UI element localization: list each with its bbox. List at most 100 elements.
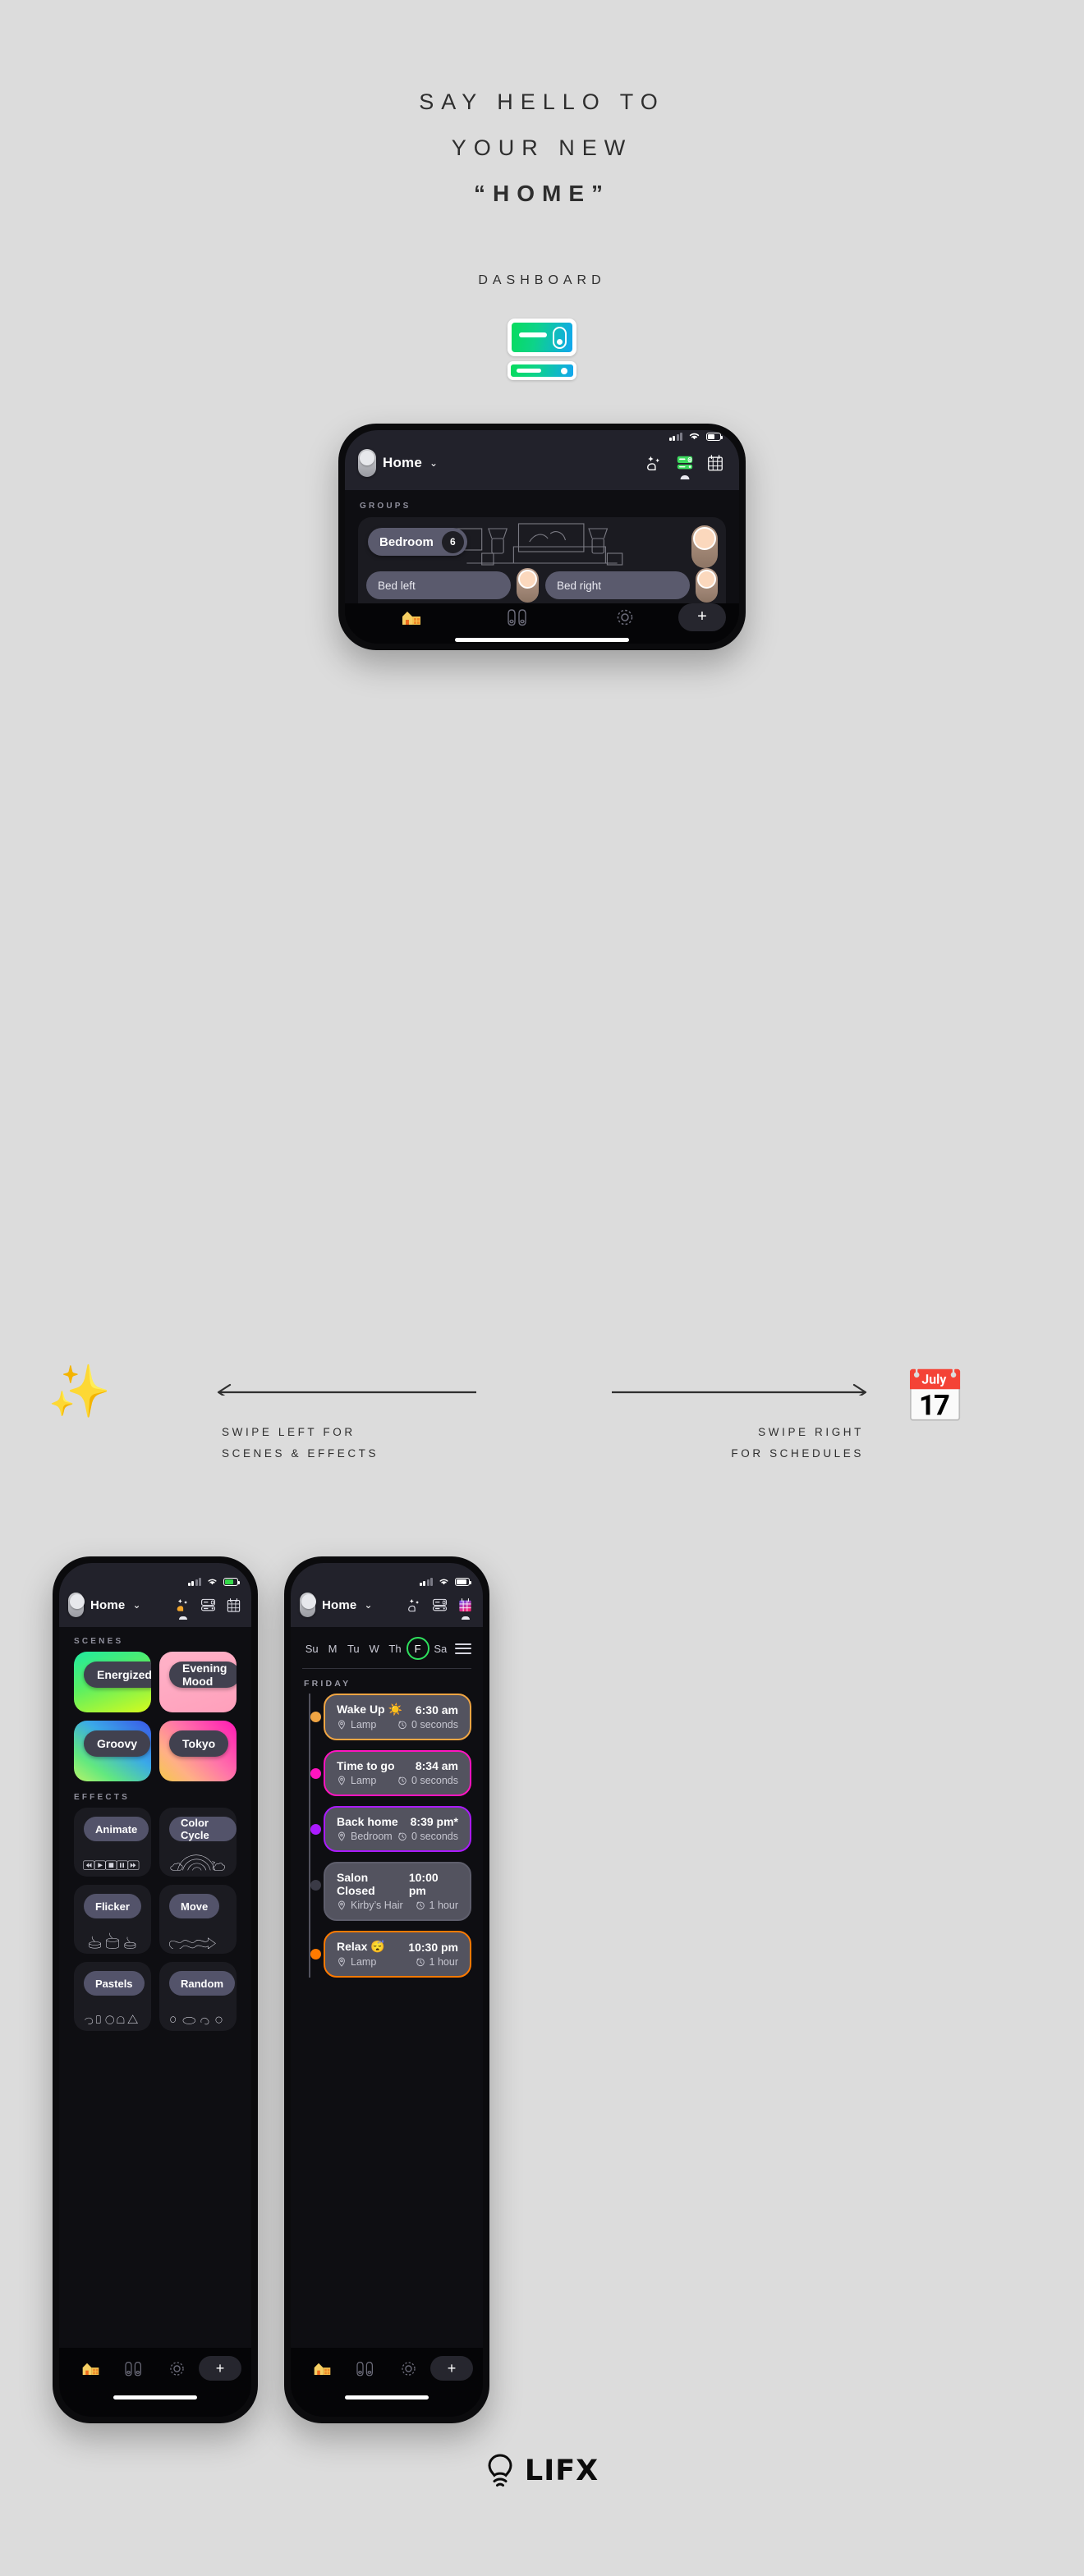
schedule-card[interactable]: Time to go 8:34 am Lamp 0 seconds bbox=[324, 1750, 471, 1796]
chevron-down-icon[interactable]: ⌄ bbox=[364, 1599, 372, 1611]
effect-card-pastels[interactable]: Pastels bbox=[74, 1962, 151, 2031]
schedule-item[interactable]: Salon Closed 10:00 pm Kirby’s Hair 1 hou… bbox=[310, 1862, 471, 1921]
schedule-item[interactable]: Wake Up ☀️ 6:30 am Lamp 0 seconds bbox=[310, 1694, 471, 1740]
schedule-location: Bedroom bbox=[337, 1831, 393, 1842]
home-indicator-area bbox=[291, 2389, 483, 2417]
light-name[interactable]: Bed left bbox=[366, 571, 511, 599]
day-f-active[interactable]: F bbox=[406, 1637, 429, 1660]
home-indicator bbox=[344, 2395, 429, 2400]
dashboard-icon[interactable] bbox=[432, 1597, 448, 1613]
day-sa[interactable]: Sa bbox=[431, 1643, 450, 1655]
wifi-icon bbox=[689, 433, 700, 440]
scenes-sparkle-icon[interactable] bbox=[175, 1597, 191, 1620]
light-toggle[interactable] bbox=[696, 568, 718, 603]
schedules-calendar-icon[interactable] bbox=[226, 1597, 241, 1613]
location-pin-icon bbox=[338, 1776, 345, 1785]
scenes-sparkle-icon[interactable] bbox=[645, 454, 664, 472]
group-card-bedroom[interactable]: Bedroom 6 Bed left Bed right bbox=[358, 517, 726, 603]
day-heading: FRIDAY bbox=[304, 1679, 351, 1689]
nav-home-tab[interactable] bbox=[358, 607, 465, 627]
day-tu[interactable]: Tu bbox=[344, 1643, 363, 1655]
chevron-down-icon[interactable]: ⌄ bbox=[132, 1599, 140, 1611]
nav-discover-tab[interactable] bbox=[465, 607, 572, 627]
scene-card[interactable]: Groovy bbox=[74, 1721, 151, 1781]
nav-add-button[interactable]: + bbox=[430, 2356, 474, 2381]
nav-discover-tab[interactable] bbox=[344, 2360, 388, 2377]
nav-settings-tab[interactable] bbox=[387, 2359, 430, 2378]
day-th[interactable]: Th bbox=[385, 1643, 404, 1655]
schedule-item[interactable]: Relax 😴 10:30 pm Lamp 1 hour bbox=[310, 1931, 471, 1978]
scene-card[interactable]: Tokyo bbox=[159, 1721, 237, 1781]
schedule-item[interactable]: Back home 8:39 pm* Bedroom 0 seconds bbox=[310, 1806, 471, 1852]
nav-add-button[interactable]: + bbox=[199, 2356, 242, 2381]
nav-settings-tab[interactable] bbox=[572, 607, 678, 628]
add-button-label[interactable]: + bbox=[430, 2356, 474, 2381]
effects-section-label: EFFECTS bbox=[74, 1793, 130, 1802]
schedule-card[interactable]: Back home 8:39 pm* Bedroom 0 seconds bbox=[324, 1806, 471, 1852]
effect-name: Random bbox=[169, 1971, 235, 1996]
home-icon bbox=[82, 2363, 99, 2376]
schedules-calendar-icon[interactable] bbox=[706, 454, 724, 472]
pastel-shapes-icon bbox=[82, 1993, 143, 2026]
schedule-item[interactable]: Time to go 8:34 am Lamp 0 seconds bbox=[310, 1750, 471, 1796]
nav-home-tab[interactable] bbox=[301, 2359, 344, 2377]
bottom-nav: + bbox=[345, 603, 739, 631]
schedule-timeline: Wake Up ☀️ 6:30 am Lamp 0 seconds Time t… bbox=[291, 1694, 483, 1978]
schedules-calendar-icon[interactable] bbox=[457, 1597, 473, 1620]
home-icon bbox=[314, 2363, 331, 2376]
schedule-card[interactable]: Salon Closed 10:00 pm Kirby’s Hair 1 hou… bbox=[324, 1862, 471, 1921]
light-name[interactable]: Bed right bbox=[545, 571, 690, 599]
app-header: Home ⌄ bbox=[345, 442, 739, 490]
day-w[interactable]: W bbox=[365, 1643, 384, 1655]
chevron-down-icon[interactable]: ⌄ bbox=[429, 457, 438, 469]
dashboard-icon[interactable] bbox=[676, 454, 694, 479]
schedule-card[interactable]: Relax 😴 10:30 pm Lamp 1 hour bbox=[324, 1931, 471, 1978]
nav-settings-tab[interactable] bbox=[155, 2359, 199, 2378]
group-toggle-bedroom[interactable] bbox=[691, 525, 718, 568]
media-controls-icon bbox=[82, 1839, 143, 1872]
effect-card-color-cycle[interactable]: Color Cycle bbox=[159, 1808, 237, 1877]
scenes-body[interactable]: SCENES Energized Evening Mood Groovy Tok… bbox=[59, 1627, 251, 2348]
add-button-label[interactable]: + bbox=[199, 2356, 242, 2381]
light-row: Bed left Bed right bbox=[358, 568, 726, 603]
active-page-indicator bbox=[178, 1616, 187, 1620]
nav-home-tab[interactable] bbox=[69, 2359, 113, 2377]
effect-card-move[interactable]: Move bbox=[159, 1885, 237, 1954]
home-master-toggle[interactable] bbox=[358, 449, 376, 477]
group-chip-bedroom[interactable]: Bedroom 6 bbox=[368, 528, 467, 556]
light-toggle[interactable] bbox=[517, 568, 539, 603]
dashboard-icon[interactable] bbox=[200, 1597, 216, 1613]
effect-card-animate[interactable]: Animate bbox=[74, 1808, 151, 1877]
dashboard-body[interactable]: GROUPS Bedroom 6 Bed left Bed right bbox=[345, 490, 739, 603]
effect-name: Animate bbox=[84, 1817, 149, 1841]
home-master-toggle[interactable] bbox=[68, 1593, 85, 1617]
location-pin-icon bbox=[338, 1720, 345, 1730]
scenes-sparkle-icon[interactable] bbox=[406, 1597, 422, 1613]
effect-card-random[interactable]: Random bbox=[159, 1962, 237, 2031]
day-m[interactable]: M bbox=[323, 1643, 342, 1655]
hamburger-icon[interactable] bbox=[454, 1643, 471, 1654]
scene-card[interactable]: Evening Mood bbox=[159, 1652, 237, 1712]
home-indicator bbox=[113, 2395, 198, 2400]
phone-scenes-effects: Home ⌄ SCENES Energized Evening Mood Gro… bbox=[53, 1556, 258, 2423]
effect-card-flicker[interactable]: Flicker bbox=[74, 1885, 151, 1954]
app-header: Home ⌄ bbox=[291, 1588, 483, 1627]
nav-discover-tab[interactable] bbox=[113, 2360, 156, 2377]
schedule-card[interactable]: Wake Up ☀️ 6:30 am Lamp 0 seconds bbox=[324, 1694, 471, 1740]
light-cell[interactable]: Bed right bbox=[545, 568, 718, 603]
light-cell[interactable]: Bed left bbox=[366, 568, 539, 603]
wifi-icon bbox=[439, 1579, 448, 1585]
nav-add-button[interactable]: + bbox=[678, 603, 726, 631]
duration-clock-icon bbox=[398, 1832, 406, 1841]
dashboard-sublabel: DASHBOARD bbox=[478, 273, 606, 287]
signal-icon bbox=[419, 1578, 433, 1586]
scene-card[interactable]: Energized bbox=[74, 1652, 151, 1712]
home-title: Home bbox=[383, 455, 423, 470]
schedules-body[interactable]: Su M Tu W Th F Sa FRIDAY Wake Up ☀️ 6:30… bbox=[291, 1627, 483, 2348]
schedule-time: 10:30 pm bbox=[408, 1940, 458, 1954]
effect-name: Flicker bbox=[84, 1894, 141, 1918]
home-master-toggle[interactable] bbox=[300, 1593, 316, 1617]
group-header[interactable]: Bedroom 6 bbox=[358, 517, 726, 568]
day-su[interactable]: Su bbox=[302, 1643, 321, 1655]
add-button-label[interactable]: + bbox=[678, 603, 726, 631]
